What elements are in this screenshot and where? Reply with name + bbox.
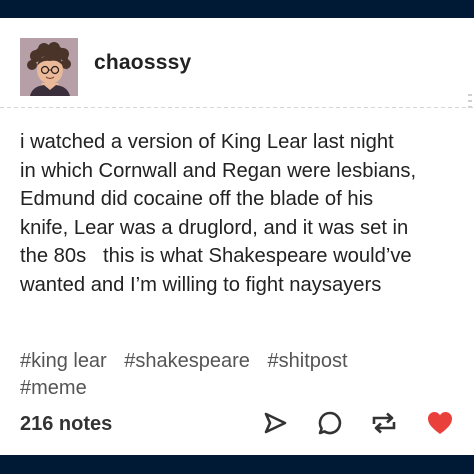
post-card: chaosssy i watched a version of King Lea… xyxy=(0,18,474,455)
notes-count[interactable]: 216 notes xyxy=(20,413,112,436)
tag-list: #king lear #shakespeare #shitpost #meme xyxy=(20,348,466,402)
share-icon xyxy=(264,412,287,434)
reply-icon xyxy=(318,411,342,435)
body-line: knife, Lear was a druglord, and it was s… xyxy=(20,216,409,239)
reblog-button[interactable] xyxy=(369,408,399,438)
avatar-illustration xyxy=(20,38,78,96)
side-marks xyxy=(468,94,472,116)
reblog-icon xyxy=(372,412,396,434)
body-line: Edmund did cocaine off the blade of his xyxy=(20,188,374,211)
post-body: i watched a version of King Lear last ni… xyxy=(20,128,466,300)
body-line: in which Cornwall and Regan were lesbian… xyxy=(20,159,417,182)
tag-king-lear[interactable]: #king lear xyxy=(20,350,107,372)
share-button[interactable] xyxy=(260,408,290,438)
tag-shitpost[interactable]: #shitpost xyxy=(268,350,348,372)
bottom-frame-bar xyxy=(0,455,474,474)
body-line: i watched a version of King Lear last ni… xyxy=(20,131,394,153)
body-line: wanted and I’m willing to fight naysayer… xyxy=(20,273,382,296)
post-header: chaosssy xyxy=(0,18,474,104)
body-line: the 80s this is what Shakespeare would’v… xyxy=(20,245,412,268)
heart-icon xyxy=(428,412,452,434)
reply-button[interactable] xyxy=(315,408,345,438)
avatar[interactable] xyxy=(20,38,78,96)
top-frame-bar xyxy=(0,0,474,18)
username[interactable]: chaosssy xyxy=(94,51,191,75)
header-divider xyxy=(0,107,474,108)
tag-meme[interactable]: #meme xyxy=(20,377,87,399)
post-footer: 216 notes xyxy=(0,406,474,454)
tag-shakespeare[interactable]: #shakespeare xyxy=(124,350,250,372)
like-button[interactable] xyxy=(425,408,455,438)
